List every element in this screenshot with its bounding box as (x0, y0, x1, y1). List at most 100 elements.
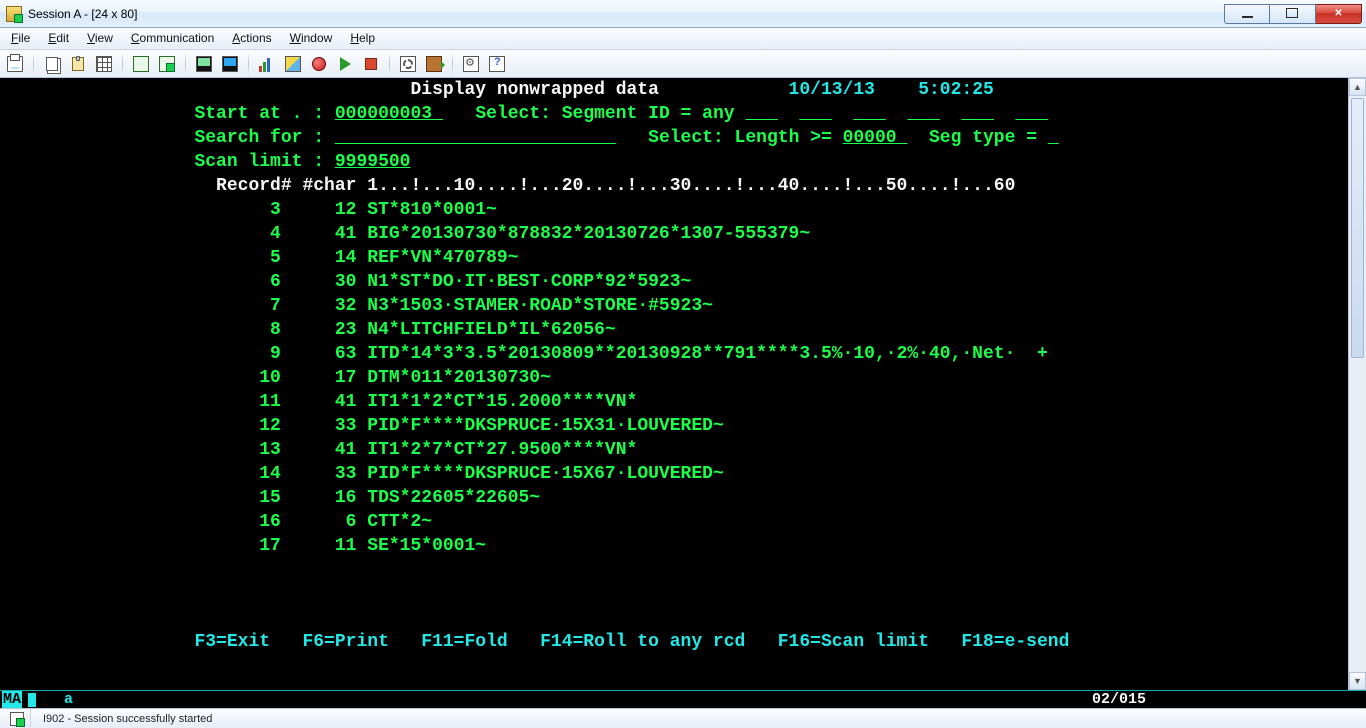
toolbar-play-button[interactable] (334, 53, 356, 75)
screen-date: 10/13/13 (789, 80, 875, 100)
play-icon (340, 57, 351, 71)
toolbar-display-green-button[interactable] (193, 53, 215, 75)
toolbar-connect-button[interactable] (130, 53, 152, 75)
toolbar-disconnect-button[interactable] (156, 53, 178, 75)
paste-icon (72, 57, 84, 71)
toolbar-copy-button[interactable] (41, 53, 63, 75)
print-icon (7, 56, 23, 72)
display-green-icon (196, 56, 212, 72)
char-count: 23 (281, 320, 367, 340)
record-data: PID*F****DKSPRUCE·15X31·LOUVERED~ (367, 416, 723, 436)
scan-limit-label: Scan limit : (194, 152, 334, 172)
app-icon (6, 6, 22, 22)
settings-icon (463, 56, 479, 72)
toolbar-record-button[interactable] (308, 53, 330, 75)
record-number: 5 (194, 248, 280, 268)
menu-bar: FileEditViewCommunicationActionsWindowHe… (0, 28, 1366, 50)
record-number: 4 (194, 224, 280, 244)
toolbar-settings-button[interactable] (460, 53, 482, 75)
terminal-screen[interactable]: Display nonwrapped data 10/13/13 5:02:25… (0, 78, 1366, 690)
screen-time: 5:02:25 (918, 80, 994, 100)
display-blue-icon (222, 56, 238, 72)
menu-edit[interactable]: Edit (39, 28, 78, 49)
menu-window[interactable]: Window (281, 28, 342, 49)
toolbar-help-button[interactable] (486, 53, 508, 75)
segid-field-6 (1015, 104, 1047, 124)
scrollbar-down-arrow[interactable]: ▼ (1349, 672, 1366, 690)
record-number: 9 (194, 344, 280, 364)
toolbar-stop-button[interactable] (360, 53, 382, 75)
toolbar-chart-button[interactable] (256, 53, 278, 75)
search-for-label: Search for : (194, 128, 334, 148)
menu-actions[interactable]: Actions (223, 28, 280, 49)
record-number: 3 (194, 200, 280, 220)
record-number: 13 (194, 440, 280, 460)
record-number: 12 (194, 416, 280, 436)
record-data: CTT*2~ (367, 512, 432, 532)
char-count: 33 (281, 464, 367, 484)
data-row: 9 63 ITD*14*3*3.5*20130809**20130928**79… (0, 342, 1366, 366)
data-row: 5 14 REF*VN*470789~ (0, 246, 1366, 270)
char-count: 63 (281, 344, 367, 364)
start-at-label: Start at . : (194, 104, 334, 124)
data-row: 16 6 CTT*2~ (0, 510, 1366, 534)
toolbar-paste-button[interactable] (67, 53, 89, 75)
toolbar-separator (248, 53, 249, 75)
door-icon (426, 56, 442, 72)
menu-help[interactable]: Help (341, 28, 384, 49)
data-row: 17 11 SE*15*0001~ (0, 534, 1366, 558)
record-data: PID*F****DKSPRUCE·15X67·LOUVERED~ (367, 464, 723, 484)
record-number: 16 (194, 512, 280, 532)
menu-file[interactable]: File (2, 28, 39, 49)
char-count: 11 (281, 536, 367, 556)
data-row: 3 12 ST*810*0001~ (0, 198, 1366, 222)
toolbar-display-blue-button[interactable] (219, 53, 241, 75)
record-data: N1*ST*DO·IT·BEST·CORP*92*5923~ (367, 272, 691, 292)
data-row: 14 33 PID*F****DKSPRUCE·15X67·LOUVERED~ (0, 462, 1366, 486)
data-row: 10 17 DTM*011*20130730~ (0, 366, 1366, 390)
segid-field-1 (745, 104, 777, 124)
toolbar-macro-settings-button[interactable] (397, 53, 419, 75)
select-length-value: 00000 (843, 128, 908, 148)
record-number: 15 (194, 488, 280, 508)
scrollbar-up-arrow[interactable]: ▲ (1349, 78, 1366, 96)
data-row: 7 32 N3*1503·STAMER·ROAD*STORE·#5923~ (0, 294, 1366, 318)
maximize-button[interactable] (1270, 4, 1316, 24)
segid-field-5 (961, 104, 993, 124)
select-segment-label: Select: Segment ID = any (475, 104, 745, 124)
window-title: Session A - [24 x 80] (28, 7, 137, 21)
char-count: 41 (281, 440, 367, 460)
oia-input-indicator: a (64, 691, 73, 708)
screen-title: Display nonwrapped data (410, 80, 658, 100)
toolbar-color-picker-button[interactable] (282, 53, 304, 75)
operator-info-area: MA a 02/015 (0, 690, 1366, 708)
segid-field-3 (853, 104, 885, 124)
record-data: TDS*22605*22605~ (367, 488, 540, 508)
record-icon (312, 57, 326, 71)
macro-settings-icon (400, 56, 416, 72)
toolbar-grid-button[interactable] (93, 53, 115, 75)
minimize-button[interactable] (1224, 4, 1270, 24)
segid-field-2 (799, 104, 831, 124)
connection-status-icon (10, 712, 24, 726)
column-ruler: Record# #char 1...!...10....!...20....!.… (194, 176, 1015, 196)
record-number: 7 (194, 296, 280, 316)
record-number: 14 (194, 464, 280, 484)
close-button[interactable]: ✕ (1316, 4, 1362, 24)
toolbar-separator (33, 53, 34, 75)
char-count: 41 (281, 224, 367, 244)
record-number: 10 (194, 368, 280, 388)
menu-view[interactable]: View (78, 28, 122, 49)
copy-icon (46, 57, 58, 71)
menu-communication[interactable]: Communication (122, 28, 223, 49)
search-for-value (335, 128, 616, 148)
record-data: N4*LITCHFIELD*IL*62056~ (367, 320, 615, 340)
record-data: SE*15*0001~ (367, 536, 486, 556)
char-count: 14 (281, 248, 367, 268)
data-row: 4 41 BIG*20130730*878832*20130726*1307-5… (0, 222, 1366, 246)
toolbar-separator (389, 53, 390, 75)
scrollbar-thumb[interactable] (1351, 98, 1364, 358)
toolbar-print-button[interactable] (4, 53, 26, 75)
toolbar-door-button[interactable] (423, 53, 445, 75)
vertical-scrollbar[interactable]: ▲ ▼ (1348, 78, 1366, 690)
